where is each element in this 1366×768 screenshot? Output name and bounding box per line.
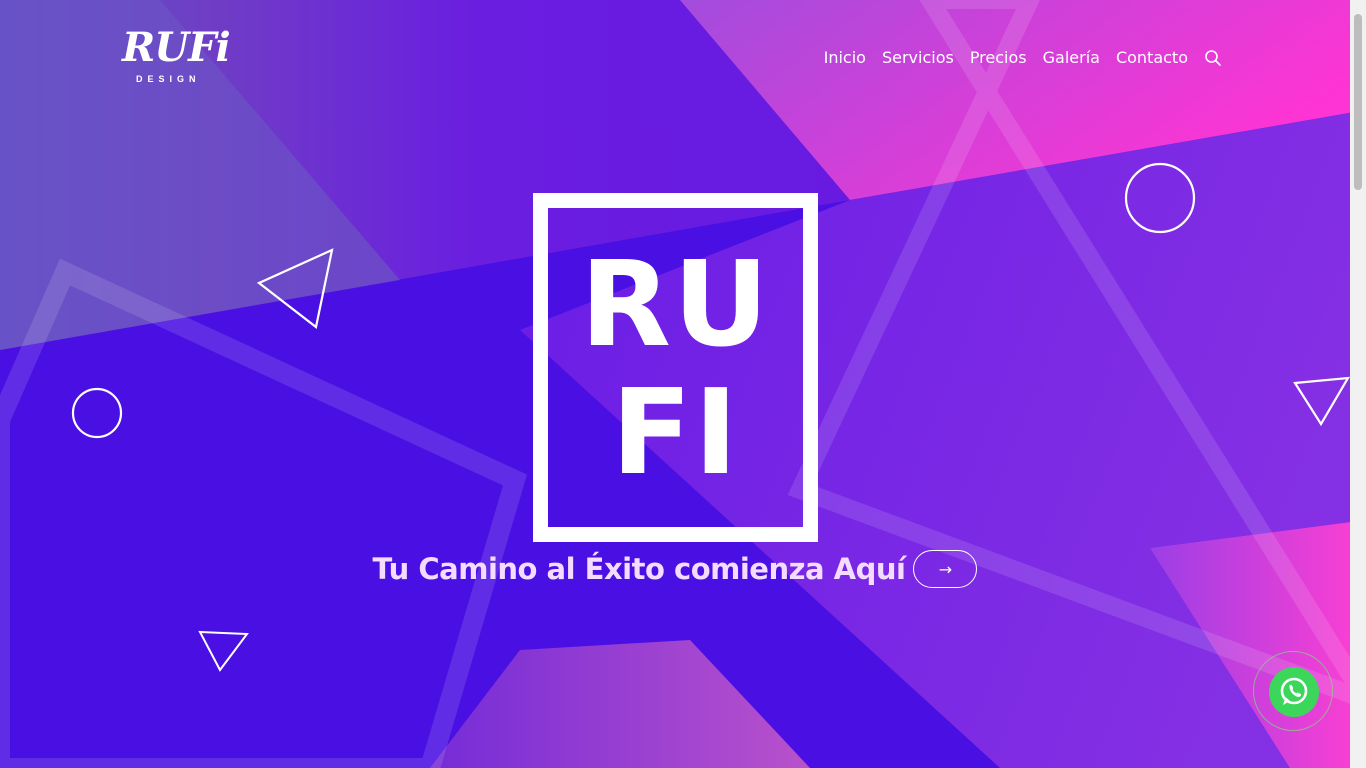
nav-item-inicio[interactable]: Inicio <box>824 46 866 70</box>
site-logo[interactable]: RUFi DESIGN <box>122 24 231 90</box>
hero-arrow-button[interactable]: → <box>913 550 978 588</box>
page-scrollbar[interactable] <box>1350 0 1366 768</box>
logo-wordmark: RUFi <box>122 24 231 71</box>
nav-item-galeria[interactable]: Galería <box>1043 46 1100 70</box>
hero-tagline-row: Tu Camino al Éxito comienza Aquí → <box>0 546 1350 592</box>
scrollbar-thumb[interactable] <box>1354 14 1362 190</box>
hero-logo-box: RU FI <box>533 193 818 542</box>
arrow-right-icon: → <box>938 559 953 579</box>
hero-tagline: Tu Camino al Éxito comienza Aquí <box>372 552 906 586</box>
search-icon[interactable] <box>1204 49 1222 67</box>
nav-item-precios[interactable]: Precios <box>970 46 1027 70</box>
whatsapp-button[interactable] <box>1269 667 1319 717</box>
nav-item-contacto[interactable]: Contacto <box>1116 46 1188 70</box>
main-nav: Inicio Servicios Precios Galería Contact… <box>824 46 1222 70</box>
hero-logo-line-1: RU <box>580 234 771 373</box>
hero-logo-line-2: FI <box>611 362 740 501</box>
page: RUFi DESIGN Inicio Servicios Precios Gal… <box>0 0 1366 768</box>
nav-item-servicios[interactable]: Servicios <box>882 46 954 70</box>
whatsapp-float <box>1253 651 1333 731</box>
whatsapp-icon <box>1280 677 1308 705</box>
site-header: RUFi DESIGN Inicio Servicios Precios Gal… <box>0 0 1350 110</box>
logo-tagline: DESIGN <box>136 74 201 84</box>
